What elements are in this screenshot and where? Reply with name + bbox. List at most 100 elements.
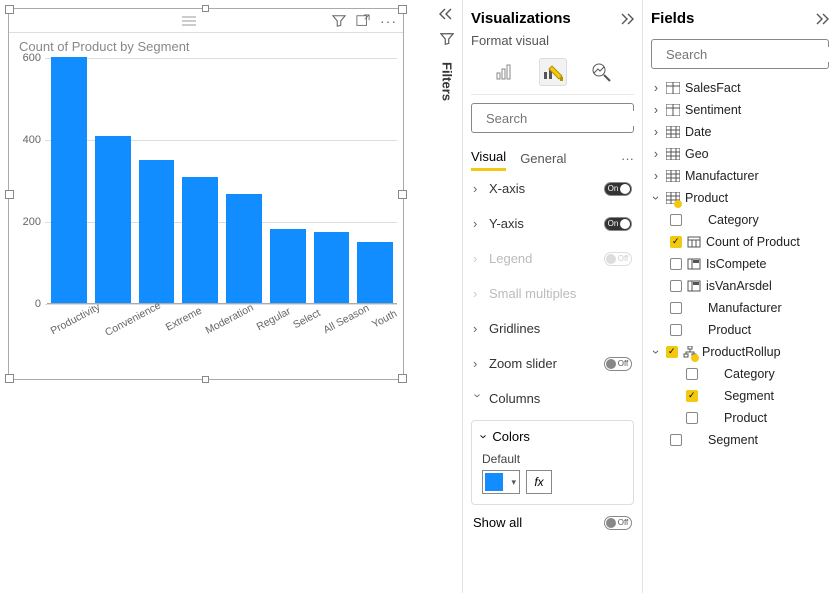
visual-container[interactable]: ··· Count of Product by Segment 0 200 400 6…	[8, 8, 404, 380]
format-search-input[interactable]	[486, 111, 642, 126]
chevron-right-icon: ›	[473, 356, 483, 371]
format-tab-row: Visual General ···	[471, 141, 634, 171]
calc-column-icon	[687, 258, 701, 270]
checkbox[interactable]	[686, 390, 698, 402]
toggle-show-all[interactable]: Off	[604, 516, 632, 530]
collapse-viz-icon[interactable]	[620, 13, 634, 25]
fields-search-input[interactable]	[666, 47, 837, 62]
more-options-icon[interactable]: ···	[380, 13, 397, 29]
bar[interactable]	[51, 57, 87, 303]
table-product[interactable]: ›Product	[651, 187, 829, 209]
filters-pane-collapsed[interactable]: Filters	[432, 0, 462, 593]
field-iscompete[interactable]: IsCompete	[651, 253, 829, 275]
field-rollup-category[interactable]: Category	[651, 363, 829, 385]
field-manufacturer[interactable]: Manufacturer	[651, 297, 829, 319]
bar[interactable]	[226, 194, 262, 303]
bar[interactable]	[270, 229, 306, 303]
section-xaxis[interactable]: ›X-axis On	[471, 171, 634, 206]
field-isvanarsdel[interactable]: isVanArsdel	[651, 275, 829, 297]
checkbox[interactable]	[666, 346, 678, 358]
checkbox[interactable]	[670, 214, 682, 226]
analytics-tab-icon[interactable]	[587, 58, 615, 86]
chevron-right-icon: ›	[473, 181, 483, 196]
colors-card: ›Colors Default ▾ fx	[471, 420, 634, 505]
field-rollup-product[interactable]: Product	[651, 407, 829, 429]
checkbox[interactable]	[670, 280, 682, 292]
toggle-zoom-slider[interactable]: Off	[604, 357, 632, 371]
field-productrollup[interactable]: ›ProductRollup	[651, 341, 829, 363]
measure-icon	[687, 236, 701, 248]
table-icon	[666, 148, 680, 160]
field-category[interactable]: Category	[651, 209, 829, 231]
chevron-right-icon: ›	[473, 321, 483, 336]
checkbox[interactable]	[686, 368, 698, 380]
visual-header: ···	[9, 9, 403, 33]
tab-visual[interactable]: Visual	[471, 145, 506, 171]
focus-mode-icon[interactable]	[356, 14, 370, 28]
section-gridlines[interactable]: ›Gridlines	[471, 311, 634, 346]
checkbox[interactable]	[670, 258, 682, 270]
y-axis-label: 400	[17, 134, 41, 146]
toggle-xaxis[interactable]: On	[604, 182, 632, 196]
checkbox[interactable]	[686, 412, 698, 424]
y-axis-label: 600	[17, 52, 41, 64]
bar[interactable]	[357, 242, 393, 303]
build-visual-tab-icon[interactable]	[491, 58, 519, 86]
chart-title: Count of Product by Segment	[9, 33, 403, 54]
chevron-down-icon[interactable]: ›	[477, 434, 492, 438]
tab-more-icon[interactable]: ···	[621, 151, 634, 166]
bar-chart[interactable]: 0200400600 ProductivityConvenienceExtrem…	[17, 58, 397, 358]
chevron-right-icon: ›	[473, 286, 483, 301]
format-visual-subtitle: Format visual	[471, 31, 634, 54]
table-geo[interactable]: ›Geo	[651, 143, 829, 165]
drag-handle-icon[interactable]	[142, 16, 196, 26]
table-icon	[666, 170, 680, 182]
table-salesfact[interactable]: ›SalesFact	[651, 77, 829, 99]
field-rollup-segment[interactable]: Segment	[651, 385, 829, 407]
filters-label: Filters	[440, 62, 455, 101]
bar[interactable]	[314, 232, 350, 303]
default-color-label: Default	[482, 452, 623, 466]
checkbox[interactable]	[670, 302, 682, 314]
visualizations-title: Visualizations	[471, 10, 571, 27]
tab-general[interactable]: General	[520, 147, 566, 170]
chevron-down-icon: ▾	[511, 477, 516, 488]
field-segment[interactable]: Segment	[651, 429, 829, 451]
default-color-picker[interactable]: ▾	[482, 470, 520, 494]
section-small-multiples: ›Small multiples	[471, 276, 634, 311]
checkbox[interactable]	[670, 236, 682, 248]
format-search[interactable]	[471, 103, 634, 133]
bar[interactable]	[182, 177, 218, 303]
fields-search[interactable]	[651, 39, 829, 69]
bar[interactable]	[139, 160, 175, 304]
visualizations-panel: Visualizations Format visual Visual Gene…	[462, 0, 642, 593]
expand-pane-icon[interactable]	[439, 8, 455, 20]
toggle-yaxis[interactable]: On	[604, 217, 632, 231]
table-icon	[666, 104, 680, 116]
collapse-fields-icon[interactable]	[815, 13, 829, 25]
chevron-right-icon: ›	[473, 216, 483, 231]
fields-panel: Fields ›SalesFact ›Sentiment ›Date ›Geo …	[642, 0, 837, 593]
table-date[interactable]: ›Date	[651, 121, 829, 143]
section-legend: ›Legend Off	[471, 241, 634, 276]
section-zoom-slider[interactable]: ›Zoom slider Off	[471, 346, 634, 381]
chevron-down-icon: ›	[471, 394, 486, 404]
filter-icon[interactable]	[332, 14, 346, 28]
field-product[interactable]: Product	[651, 319, 829, 341]
checkbox[interactable]	[670, 324, 682, 336]
y-axis-label: 200	[17, 216, 41, 228]
table-icon	[666, 126, 680, 138]
table-manufacturer[interactable]: ›Manufacturer	[651, 165, 829, 187]
toggle-legend: Off	[604, 252, 632, 266]
fx-button[interactable]: fx	[526, 470, 552, 494]
bar[interactable]	[95, 136, 131, 303]
checkbox[interactable]	[670, 434, 682, 446]
section-columns[interactable]: ›Columns	[471, 381, 634, 416]
section-yaxis[interactable]: ›Y-axis On	[471, 206, 634, 241]
field-count-of-product[interactable]: Count of Product	[651, 231, 829, 253]
format-visual-tab-icon[interactable]	[539, 58, 567, 86]
y-axis-label: 0	[17, 298, 41, 310]
table-icon	[666, 82, 680, 94]
table-sentiment[interactable]: ›Sentiment	[651, 99, 829, 121]
report-canvas[interactable]: ··· Count of Product by Segment 0 200 400 6…	[0, 0, 432, 593]
